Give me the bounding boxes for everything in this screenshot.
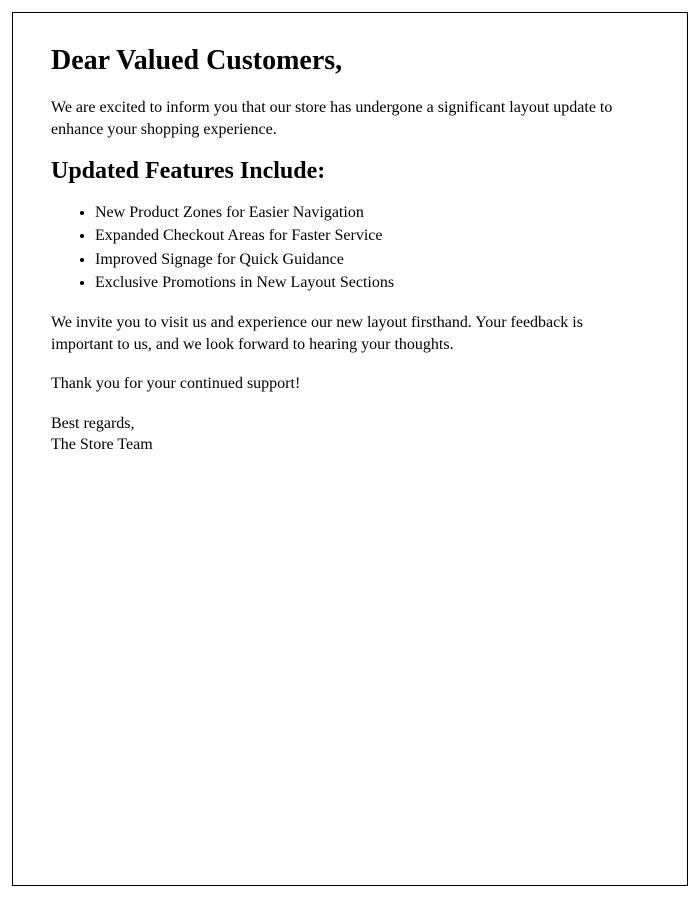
letter-page: Dear Valued Customers, We are excited to… [12,12,688,886]
features-list: New Product Zones for Easier Navigation … [95,201,649,294]
intro-paragraph: We are excited to inform you that our st… [51,97,649,140]
features-heading: Updated Features Include: [51,158,649,185]
signature-line: The Store Team [51,434,649,456]
list-item: Exclusive Promotions in New Layout Secti… [95,271,649,294]
signoff-block: Best regards, The Store Team [51,413,649,456]
invite-paragraph: We invite you to visit us and experience… [51,312,649,355]
list-item: Expanded Checkout Areas for Faster Servi… [95,224,649,247]
greeting-heading: Dear Valued Customers, [51,45,649,77]
list-item: New Product Zones for Easier Navigation [95,201,649,224]
thanks-paragraph: Thank you for your continued support! [51,373,649,395]
list-item: Improved Signage for Quick Guidance [95,248,649,271]
closing-line: Best regards, [51,413,649,435]
